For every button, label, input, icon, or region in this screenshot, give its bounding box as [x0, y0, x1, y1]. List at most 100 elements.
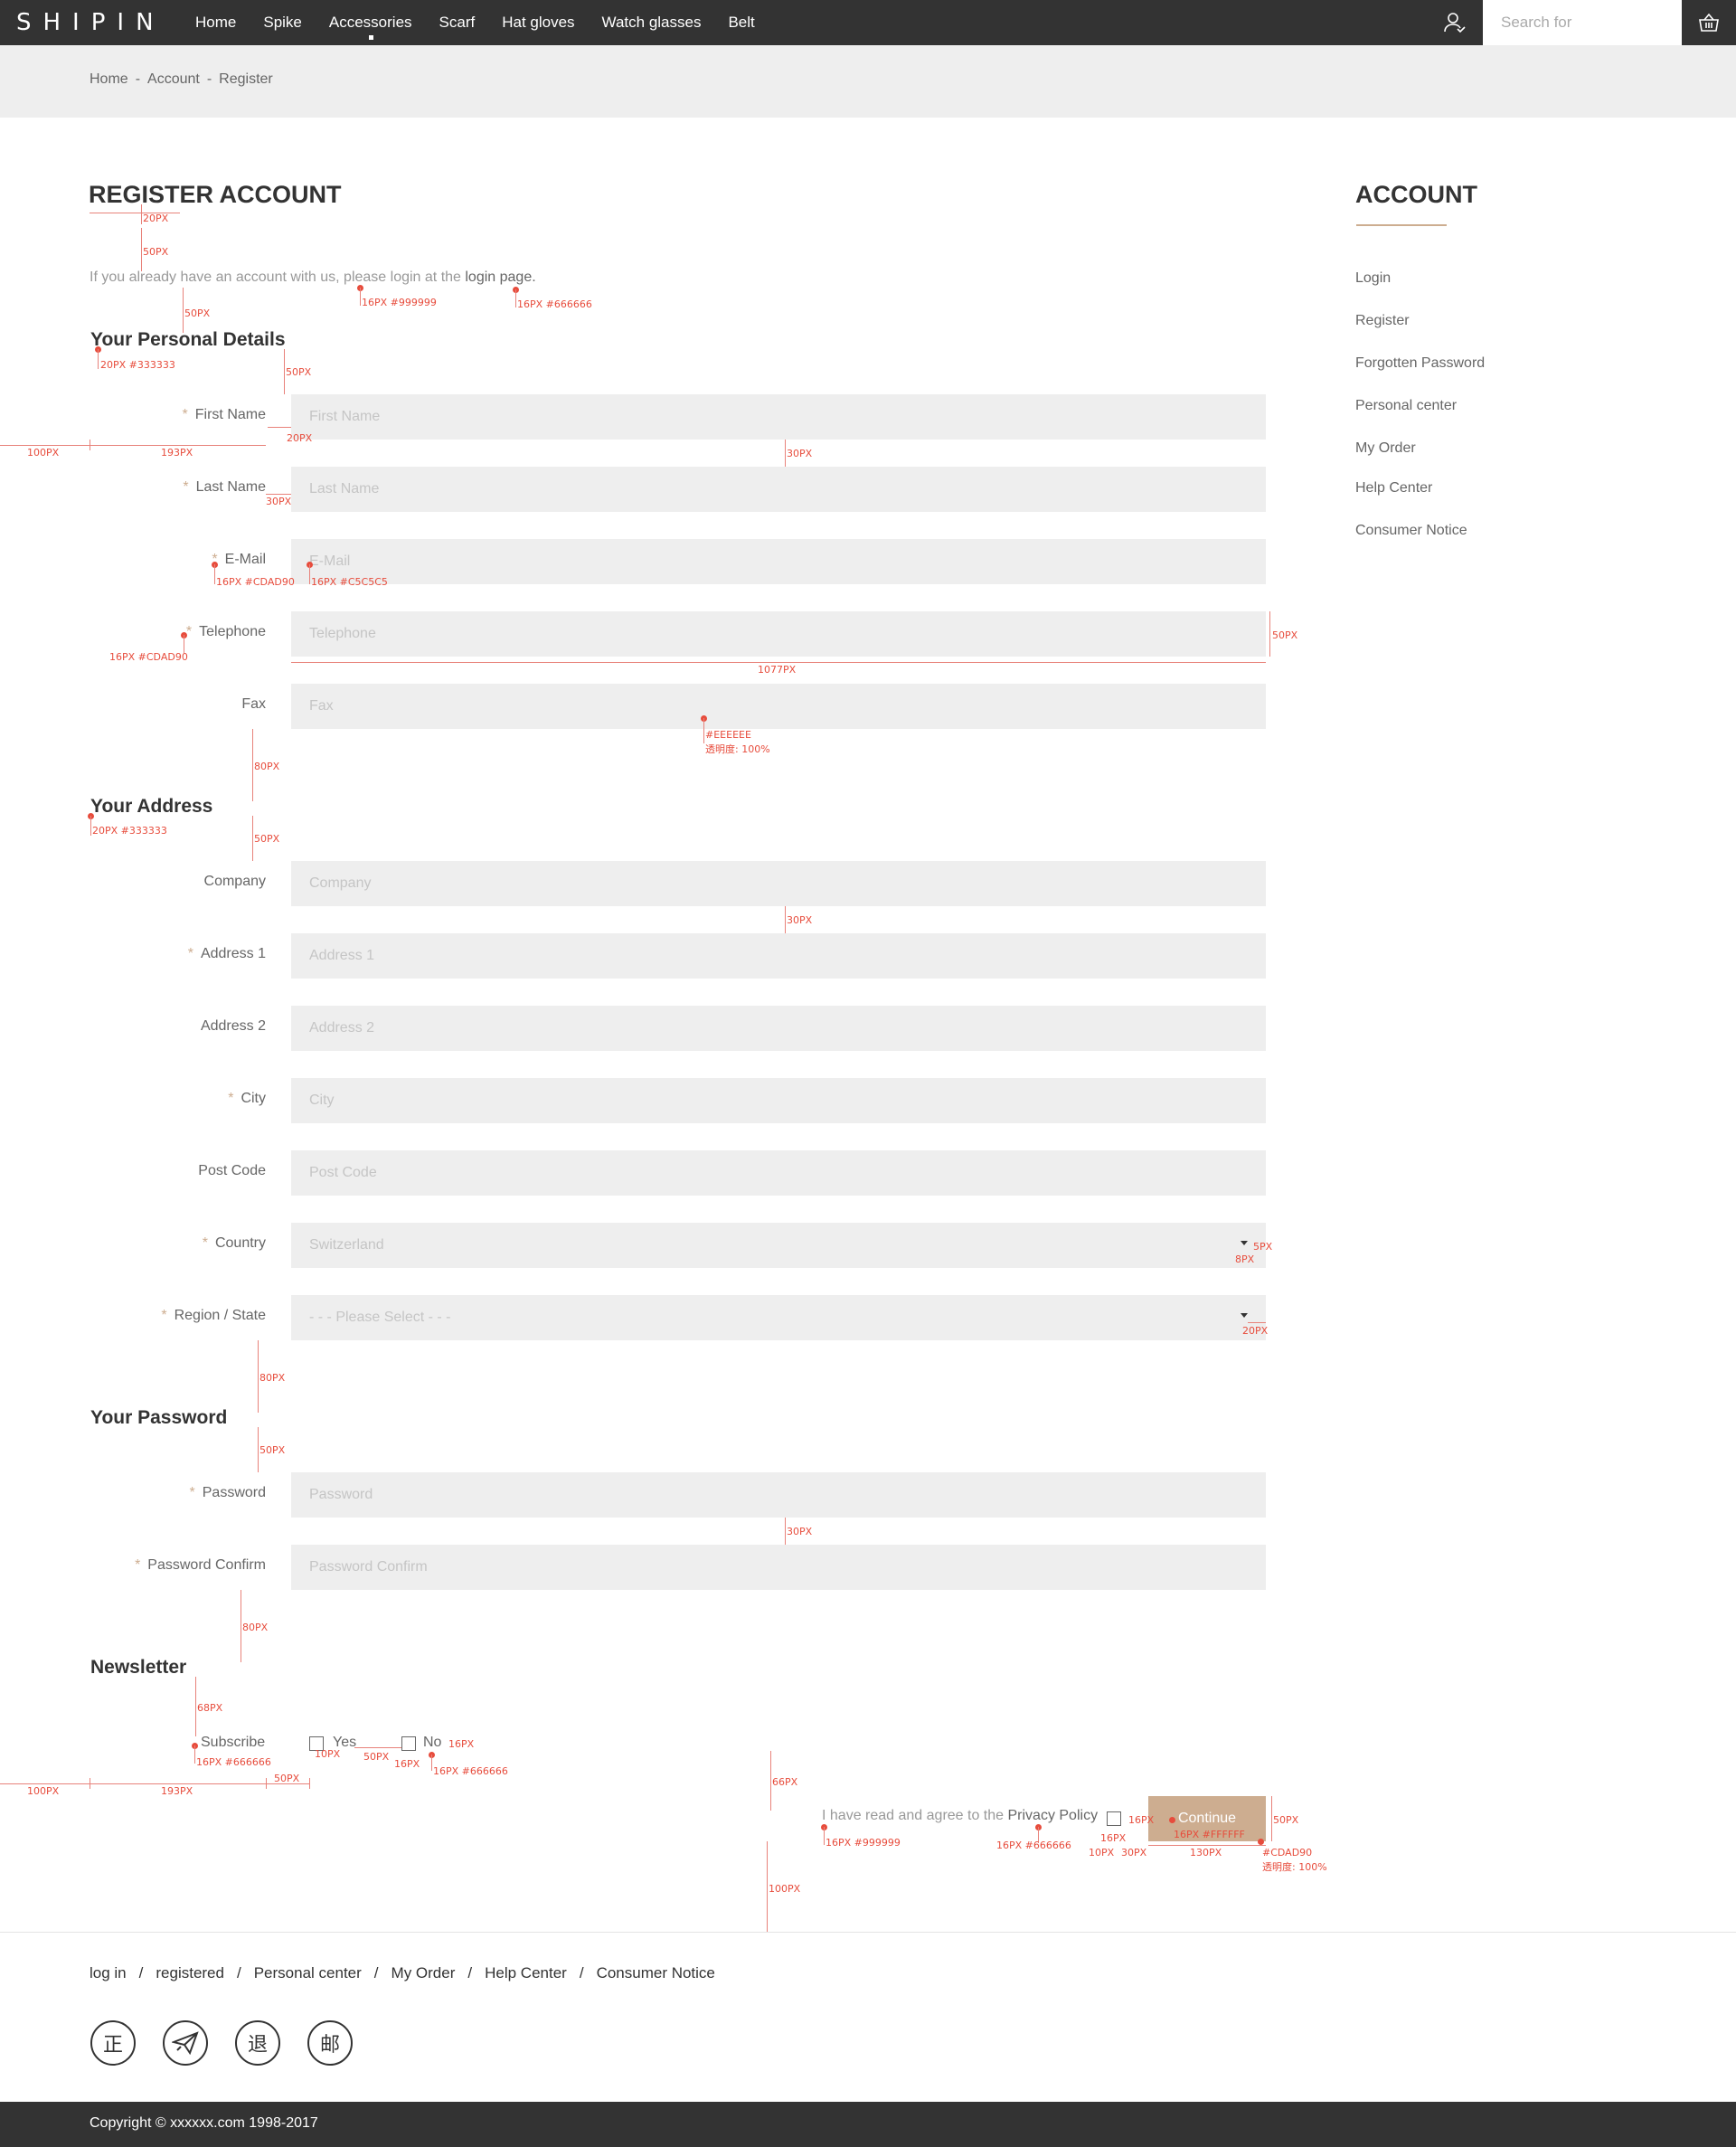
last-name-input[interactable]	[291, 467, 1266, 512]
first-name-label-text: First Name	[194, 407, 266, 422]
footer-link-consumer-notice[interactable]: Consumer Notice	[597, 1964, 715, 1982]
service-badges: 正 退 邮	[90, 2020, 380, 2066]
post-code-input[interactable]	[291, 1150, 1266, 1196]
footer-link-log-in[interactable]: log in	[90, 1964, 127, 1982]
country-label-text: Country	[214, 1235, 266, 1251]
authentic-badge-icon: 正	[90, 2020, 136, 2066]
copyright-bar: Copyright © xxxxxx.com 1998-2017	[0, 2102, 1736, 2147]
login-page-link[interactable]: login page.	[465, 270, 535, 285]
basket-icon[interactable]	[1682, 0, 1736, 45]
annotation-label: 20PX	[143, 213, 169, 224]
required-mark: *	[135, 1557, 141, 1573]
search-input[interactable]	[1483, 0, 1682, 45]
breadcrumb: Home - Account - Register	[90, 45, 273, 114]
intro-copy: If you already have an account with us, …	[90, 270, 466, 285]
region-select[interactable]: - - - Please Select - - -	[291, 1295, 1266, 1340]
required-mark: *	[183, 479, 189, 495]
annotation-line	[266, 494, 291, 495]
region-label-text: Region / State	[174, 1308, 266, 1323]
nav-item-belt[interactable]: Belt	[728, 0, 754, 45]
sidebar-item-my-order[interactable]: My Order	[1355, 438, 1485, 478]
password-confirm-label-text: Password Confirm	[147, 1557, 266, 1573]
logo[interactable]: SHIPIN	[16, 0, 165, 45]
nav-item-spike[interactable]: Spike	[263, 0, 302, 45]
address-2-input[interactable]	[291, 1006, 1266, 1051]
post-code-label: Post Code	[198, 1163, 266, 1178]
plane-icon	[163, 2020, 208, 2066]
email-label-text: E-Mail	[224, 552, 266, 567]
sidebar-item-login[interactable]: Login	[1355, 268, 1485, 310]
annotation-line	[214, 564, 215, 584]
annotation-label: 50PX	[143, 246, 169, 258]
address-1-input[interactable]	[291, 933, 1266, 979]
annotation-label: 16PX #666666	[433, 1765, 508, 1777]
sidebar-item-consumer-notice[interactable]: Consumer Notice	[1355, 520, 1485, 563]
annotation-label: 80PX	[242, 1622, 269, 1633]
password-input[interactable]	[291, 1472, 1266, 1518]
nav-item-home[interactable]: Home	[195, 0, 236, 45]
sidebar-item-personal-center[interactable]: Personal center	[1355, 395, 1485, 438]
email-input[interactable]	[291, 539, 1266, 584]
agree-checkbox[interactable]	[1107, 1811, 1121, 1826]
first-name-input[interactable]	[291, 394, 1266, 440]
footer-link-my-order[interactable]: My Order	[392, 1964, 456, 1982]
annotation-label: 30PX	[787, 914, 813, 926]
annotation-dot	[1258, 1839, 1264, 1845]
chevron-down-icon	[1241, 1241, 1248, 1245]
city-input[interactable]	[291, 1078, 1266, 1123]
footer-link-personal-center[interactable]: Personal center	[254, 1964, 362, 1982]
annotation-label: 16PX #CDAD90	[109, 651, 188, 663]
breadcrumb-separator: -	[206, 71, 212, 87]
annotation-label: 透明度: 100%	[705, 743, 770, 755]
annotation-label: 16PX	[1100, 1832, 1127, 1844]
company-input[interactable]	[291, 861, 1266, 906]
annotation-line	[291, 662, 1266, 663]
annotation-line	[284, 349, 285, 394]
country-select[interactable]: Switzerland	[291, 1223, 1266, 1268]
required-mark: *	[187, 946, 193, 961]
annotation-line	[1148, 1845, 1266, 1846]
breadcrumb-register: Register	[219, 71, 273, 87]
annotation-label: 16PX #FFFFFF	[1174, 1829, 1245, 1840]
annotation-label: #CDAD90	[1262, 1847, 1313, 1859]
telephone-label-text: Telephone	[199, 624, 266, 639]
annotation-label: 5PX	[1253, 1241, 1273, 1253]
sidebar-item-help-center[interactable]: Help Center	[1355, 478, 1485, 520]
breadcrumb-home[interactable]: Home	[90, 45, 128, 114]
shipping-badge-icon: 邮	[307, 2020, 353, 2066]
annotation-label: 68PX	[197, 1702, 223, 1714]
sidebar-item-register[interactable]: Register	[1355, 310, 1485, 353]
nav-item-accessories[interactable]: Accessories	[329, 0, 412, 45]
breadcrumb-account[interactable]: Account	[147, 45, 200, 114]
subscribe-no-radio[interactable]	[401, 1736, 416, 1751]
footer-link-registered[interactable]: registered	[156, 1964, 224, 1982]
section-title-address: Your Address	[90, 796, 213, 817]
user-icon[interactable]	[1443, 11, 1467, 34]
annotation-line	[141, 204, 142, 224]
nav-item-scarf[interactable]: Scarf	[439, 0, 476, 45]
privacy-policy-link[interactable]: Privacy Policy	[1007, 1808, 1098, 1823]
sidebar-item-forgotten-password[interactable]: Forgotten Password	[1355, 353, 1485, 395]
nav-item-watch-glasses[interactable]: Watch glasses	[602, 0, 702, 45]
annotation-line	[258, 1340, 259, 1413]
annotation-line	[141, 228, 142, 271]
required-mark: *	[185, 624, 193, 639]
annotation-label: 16PX #666666	[996, 1840, 1071, 1851]
annotation-label: 80PX	[254, 761, 280, 772]
telephone-input[interactable]	[291, 611, 1266, 657]
annotation-line	[360, 288, 361, 306]
country-label: * Country	[90, 1235, 266, 1252]
agreement-copy: I have read and agree to the	[822, 1808, 1008, 1823]
footer-separator: /	[236, 1964, 241, 1981]
annotation-line	[183, 288, 184, 333]
footer-separator: /	[467, 1964, 473, 1981]
annotation-label: 193PX	[161, 447, 193, 459]
footer-link-help-center[interactable]: Help Center	[485, 1964, 567, 1982]
footer-divider	[0, 1932, 1736, 1933]
footer-separator: /	[373, 1964, 379, 1981]
city-label-text: City	[241, 1091, 266, 1106]
fax-input[interactable]	[291, 684, 1266, 729]
password-confirm-input[interactable]	[291, 1545, 1266, 1590]
nav-item-hat-gloves[interactable]: Hat gloves	[502, 0, 574, 45]
annotation-label: 30PX	[1121, 1847, 1147, 1859]
